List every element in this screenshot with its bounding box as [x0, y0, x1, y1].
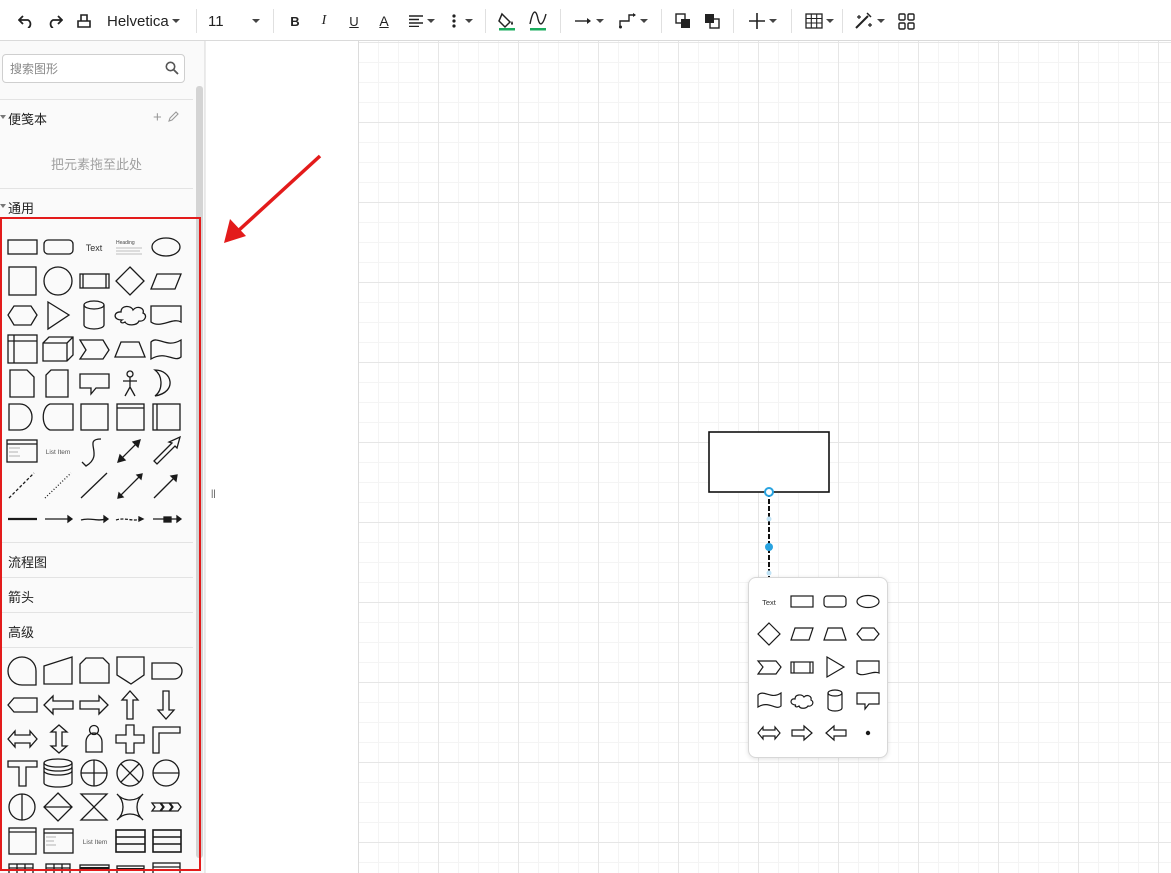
quick-shape-hexagon[interactable]: [856, 627, 880, 641]
quick-shape-cylinder[interactable]: [827, 689, 843, 712]
quick-shape-step[interactable]: [756, 660, 782, 675]
quick-shape-picker: Text: [748, 577, 888, 758]
quick-shape-triangle[interactable]: [826, 655, 846, 679]
connection-point[interactable]: [764, 487, 774, 497]
quick-shape-rounded-rectangle[interactable]: [823, 595, 847, 608]
quick-shape-diamond[interactable]: [757, 622, 781, 646]
quick-shape-tape[interactable]: [757, 691, 782, 709]
quick-shape-left-arrow[interactable]: [825, 724, 847, 742]
quick-shape-document[interactable]: [856, 660, 880, 676]
connector-handle[interactable]: [765, 543, 773, 551]
quick-shape-text[interactable]: Text: [762, 598, 777, 607]
waypoint-handle[interactable]: [766, 516, 772, 522]
red-arrow-icon: [224, 154, 322, 243]
waypoint-handle[interactable]: [766, 570, 772, 576]
quick-shape-process[interactable]: [790, 661, 814, 674]
quick-shape-callout[interactable]: [856, 692, 880, 711]
quick-shape-left-right-arrow[interactable]: [757, 725, 781, 741]
quick-shape-grid: Text: [756, 594, 880, 742]
quick-shape-trapezoid[interactable]: [823, 627, 847, 641]
quick-shape-ellipse[interactable]: [856, 594, 880, 609]
quick-shape-rectangle[interactable]: [790, 595, 814, 608]
quick-shape-point[interactable]: [865, 730, 871, 736]
diagram-editor: Helvetica 11 B I U A 搜索图形 便笺本 + 把元素拖至此处 …: [0, 0, 1171, 873]
overlay: [224, 154, 830, 577]
quick-shape-cloud[interactable]: [790, 694, 814, 709]
quick-shape-right-arrow[interactable]: [791, 724, 813, 742]
quick-shape-parallelogram[interactable]: [790, 627, 814, 641]
canvas-rectangle[interactable]: [708, 431, 830, 493]
